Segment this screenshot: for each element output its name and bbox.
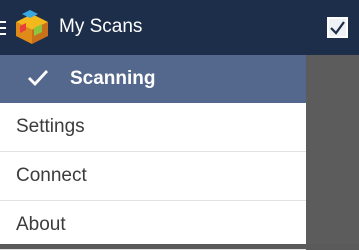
- drawer-item-label: Scanning: [70, 68, 156, 89]
- drawer-item-label: Settings: [16, 116, 85, 137]
- drawer-item-about[interactable]: About: [0, 201, 306, 250]
- app-logo-icon: [12, 10, 52, 46]
- drawer-item-scanning[interactable]: Scanning: [0, 55, 306, 103]
- app-title: My Scans: [59, 16, 143, 37]
- navigation-drawer: Scanning Settings Connect About: [0, 55, 306, 250]
- checkbox-icon[interactable]: [327, 17, 348, 38]
- drawer-item-connect[interactable]: Connect: [0, 152, 306, 201]
- app-bar: My Scans: [0, 0, 359, 55]
- drawer-item-settings[interactable]: Settings: [0, 103, 306, 152]
- drawer-item-label: About: [16, 214, 66, 235]
- check-icon: [27, 68, 49, 88]
- drawer-item-label: Connect: [16, 165, 87, 186]
- menu-icon[interactable]: [0, 21, 6, 35]
- drawer-scrim[interactable]: [306, 55, 359, 244]
